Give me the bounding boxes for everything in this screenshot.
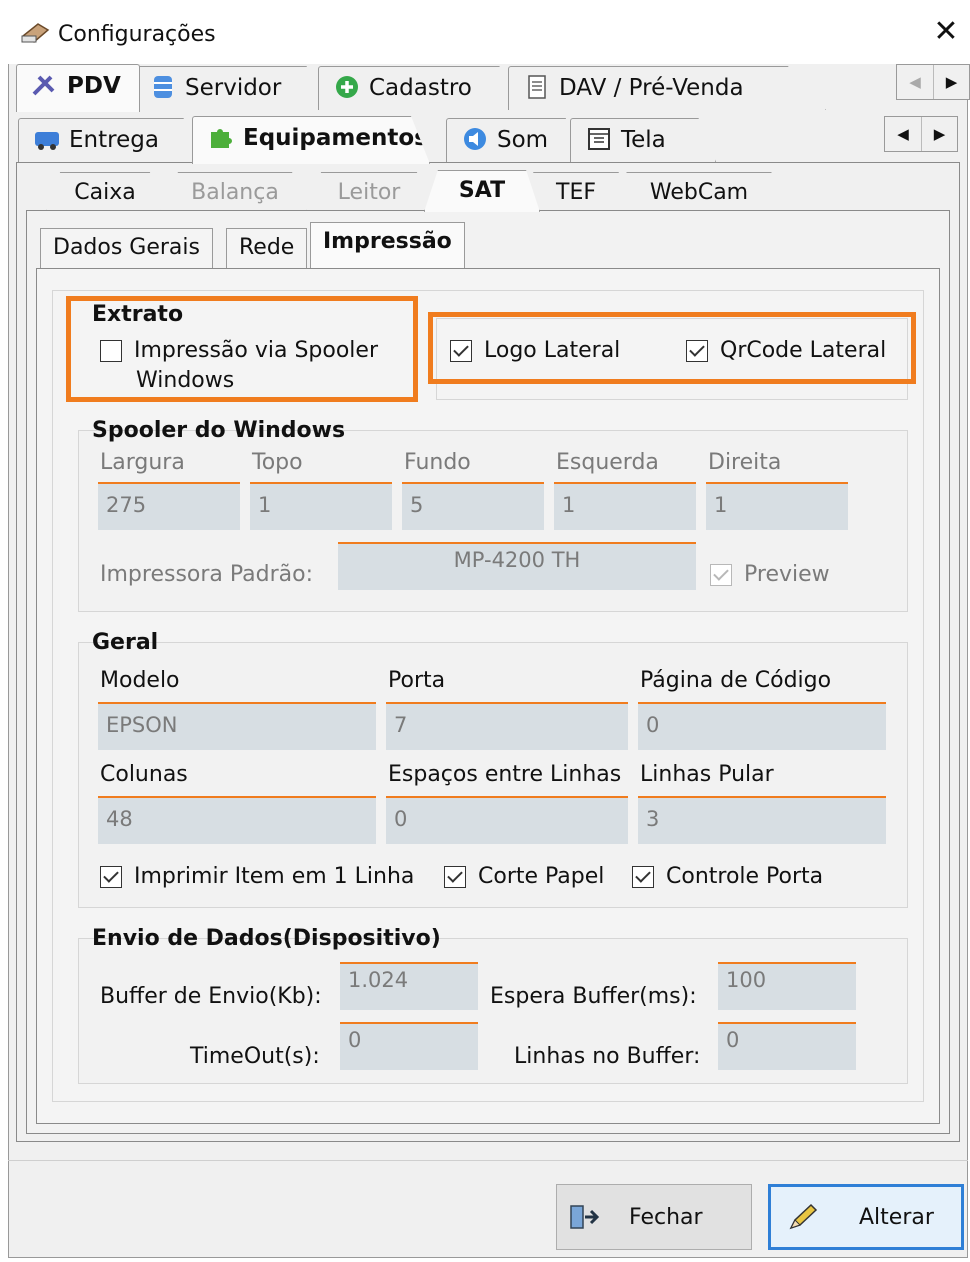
screen-icon [588,128,610,150]
add-circle-icon [336,76,358,98]
buffer-envio-label: Buffer de Envio(Kb): [100,984,322,1009]
spooler-title: Spooler do Windows [92,418,346,443]
puzzle-icon [211,129,232,148]
preview-checkbox[interactable]: Preview [710,562,830,587]
highlight-box-lateral [428,312,916,384]
tools-icon [32,75,55,96]
tab-cadastro[interactable]: Cadastro [318,66,524,110]
modelo-field[interactable]: EPSON [98,702,376,750]
impressora-padrao-label: Impressora Padrão: [100,562,314,587]
topo-field[interactable]: 1 [250,482,392,530]
porta-field[interactable]: 7 [386,702,628,750]
linhas-buffer-label: Linhas no Buffer: [514,1044,701,1069]
largura-label: Largura [100,450,185,475]
linhas-pular-field[interactable]: 3 [638,796,886,844]
esquerda-label: Esquerda [556,450,659,475]
colunas-field[interactable]: 48 [98,796,376,844]
tab-rede[interactable]: Rede [226,228,308,268]
esquerda-field[interactable]: 1 [554,482,696,530]
impressora-padrao-field[interactable]: MP-4200 TH [338,542,696,590]
database-icon [154,76,172,98]
scroll-right-icon[interactable]: ▶ [921,117,957,151]
fechar-button[interactable]: Fechar [556,1184,752,1250]
direita-label: Direita [708,450,782,475]
imprimir-item-checkbox[interactable]: Imprimir Item em 1 Linha [100,864,414,889]
timeout-label: TimeOut(s): [190,1044,320,1069]
tab-som[interactable]: Som [446,118,582,162]
tab-dav-pre-venda[interactable]: DAV / Pré-Venda [508,66,826,110]
linhas-pular-label: Linhas Pular [640,762,774,787]
pencil-icon [789,1203,818,1230]
checkbox-box [632,865,654,888]
direita-field[interactable]: 1 [706,482,848,530]
close-button[interactable]: ✕ [928,14,964,50]
largura-field[interactable]: 275 [98,482,240,530]
truck-icon [35,132,59,150]
porta-label: Porta [388,668,446,693]
pagina-codigo-label: Página de Código [640,668,832,693]
footer-divider [8,1160,968,1161]
tab-pdv[interactable]: PDV [16,64,140,112]
corte-papel-checkbox[interactable]: Corte Papel [444,864,604,889]
espera-buffer-field[interactable]: 100 [718,962,856,1010]
linhas-buffer-field[interactable]: 0 [718,1022,856,1070]
envio-title: Envio de Dados(Dispositivo) [92,926,441,951]
espera-buffer-label: Espera Buffer(ms): [490,984,697,1009]
pagina-codigo-field[interactable]: 0 [638,702,886,750]
checkbox-box [100,865,122,888]
speaker-icon [464,128,486,150]
subtab-sat[interactable]: SAT [424,170,540,212]
fundo-field[interactable]: 5 [402,482,544,530]
modelo-label: Modelo [100,668,180,693]
window-title: Configurações [58,22,216,47]
tab-servidor[interactable]: Servidor [134,66,330,110]
tab-tela[interactable]: Tela [570,118,716,162]
espacos-linhas-label: Espaços entre Linhas [388,762,622,787]
tab-impressao[interactable]: Impressão [310,222,465,268]
exit-icon [570,1205,600,1229]
app-icon [21,23,50,43]
subtab-leitor[interactable]: Leitor [306,172,432,212]
colunas-label: Colunas [100,762,188,787]
controle-porta-checkbox[interactable]: Controle Porta [632,864,823,889]
subtab-balanca[interactable]: Balança [160,172,310,212]
buffer-envio-field[interactable]: 1.024 [340,962,478,1010]
checkbox-box [444,865,466,888]
scroll-left-icon[interactable]: ◀ [897,65,933,99]
espacos-linhas-field[interactable]: 0 [386,796,628,844]
checkbox-box [710,563,732,586]
subtab-caixa[interactable]: Caixa [46,172,164,212]
tab-row2-scroll: ◀ ▶ [884,116,958,152]
tab-entrega[interactable]: Entrega [18,118,206,162]
timeout-field[interactable]: 0 [340,1022,478,1070]
tab-dados-gerais[interactable]: Dados Gerais [40,228,213,268]
subtab-webcam[interactable]: WebCam [604,172,794,212]
tab-row1-scroll: ◀ ▶ [896,64,970,100]
scroll-left-icon[interactable]: ◀ [885,117,921,151]
scroll-right-icon[interactable]: ▶ [933,65,969,99]
geral-title: Geral [92,630,159,655]
highlight-box-extrato [66,296,418,402]
tab-equipamentos[interactable]: Equipamentos [192,116,430,164]
alterar-button[interactable]: Alterar [768,1184,964,1250]
topo-label: Topo [252,450,303,475]
fundo-label: Fundo [404,450,471,475]
document-icon [528,75,546,99]
